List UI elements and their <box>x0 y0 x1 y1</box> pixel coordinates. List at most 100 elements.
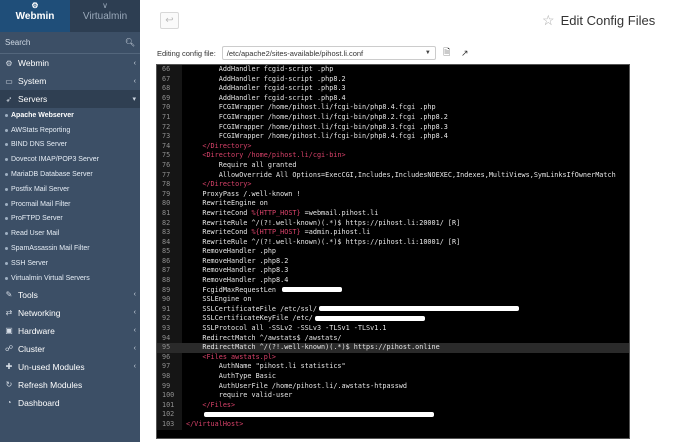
monitor-icon: ▭ <box>5 76 13 86</box>
code-line[interactable]: 91 SSLCertificateFile /etc/ssl/ <box>157 304 629 315</box>
sidebar-subitem[interactable]: SpamAssassin Mail Filter <box>0 241 140 256</box>
sidebar-subitem[interactable]: Apache Webserver <box>0 108 140 123</box>
code-segment: </Directory> <box>186 180 252 189</box>
sidebar-subitem[interactable]: Virtualmin Virtual Servers <box>0 271 140 286</box>
sidebar-subitem[interactable]: Postfix Mail Server <box>0 182 140 197</box>
sidebar-subitem[interactable]: AWStats Reporting <box>0 123 140 138</box>
open-external-button[interactable]: ↗ <box>458 46 472 60</box>
tab-webmin[interactable]: ⚙ Webmin <box>0 0 70 32</box>
code-line[interactable]: 103 </VirtualHost> <box>157 419 629 430</box>
code-line[interactable]: 69 AddHandler fcgid-script .php8.4 <box>157 93 629 104</box>
code-line[interactable]: 86 RemoveHandler .php8.2 <box>157 256 629 267</box>
code-text: RemoveHandler .php8.3 <box>182 266 288 276</box>
save-file-button[interactable]: 🗎 <box>440 46 454 60</box>
line-number: 78 <box>157 180 182 190</box>
code-segment: RemoveHandler .php <box>186 247 277 256</box>
code-line[interactable]: 87 RemoveHandler .php8.3 <box>157 266 629 277</box>
code-line[interactable]: 96 <Files awstats.pl> <box>157 352 629 363</box>
code-line[interactable]: 95 RedirectMatch ^/(?!.well-known)(.*)$ … <box>157 343 629 353</box>
sidebar-item-hardware[interactable]: ▣ Hardware ‹ <box>0 322 140 340</box>
code-text: FCGIWrapper /home/pihost.li/fcgi-bin/php… <box>182 123 448 133</box>
sidebar-subitem[interactable]: Read User Mail <box>0 226 140 241</box>
search-icon[interactable]: 🔍︎ <box>125 38 135 47</box>
sidebar-item-networking[interactable]: ⇄ Networking ‹ <box>0 304 140 322</box>
code-line[interactable]: 98 AuthType Basic <box>157 372 629 382</box>
code-line[interactable]: 85 RemoveHandler .php <box>157 247 629 257</box>
code-line[interactable]: 68 AddHandler fcgid-script .php8.3 <box>157 84 629 94</box>
sidebar-item-tools[interactable]: ✎ Tools ‹ <box>0 286 140 304</box>
code-segment: RewriteRule ^/(?!.well-known)(.*)$ https… <box>186 237 461 246</box>
sidebar-item-un-used-modules[interactable]: ✚ Un-used Modules ‹ <box>0 358 140 376</box>
sidebar-item-label: Networking <box>18 307 61 318</box>
code-line[interactable]: 84 RewriteRule ^/(?!.well-known)(.*)$ ht… <box>157 237 629 248</box>
sidebar-subitem[interactable]: SSH Server <box>0 256 140 271</box>
code-line[interactable]: 93 SSLProtocol all -SSLv2 -SSLv3 -TLSv1 … <box>157 324 629 334</box>
code-line[interactable]: 90 SSLEngine on <box>157 295 629 305</box>
chevron-left-icon: ‹ <box>133 291 136 299</box>
code-segment: RewriteRule ^/(?!.well-known)(.*)$ https… <box>186 218 461 227</box>
code-segment: SSLEngine on <box>186 295 252 304</box>
code-text: RedirectMatch ^/awstats$ /awstats/ <box>182 334 341 344</box>
code-segment: require valid-user <box>186 391 293 400</box>
sidebar-item-cluster[interactable]: ☍ Cluster ‹ <box>0 340 140 358</box>
code-line[interactable]: 80 RewriteEngine on <box>157 199 629 209</box>
code-line[interactable]: 99 AuthUserFile /home/pihost.li/.awstats… <box>157 381 629 392</box>
code-line[interactable]: 94 RedirectMatch ^/awstats$ /awstats/ <box>157 333 629 344</box>
code-editor[interactable]: 66 AddHandler fcgid-script .php 67 AddHan… <box>156 64 630 439</box>
code-line[interactable]: 78 </Directory> <box>157 180 629 190</box>
code-line[interactable]: 75 <Directory /home/pihost.li/cgi-bin> <box>157 151 629 161</box>
code-line[interactable]: 88 RemoveHandler .php8.4 <box>157 276 629 286</box>
code-segment: </Files> <box>186 400 236 409</box>
star-icon[interactable]: ☆ <box>542 12 555 29</box>
code-line[interactable]: 79 ProxyPass /.well-known ! <box>157 189 629 200</box>
sidebar-subitem[interactable]: ProFTPD Server <box>0 212 140 227</box>
back-button[interactable]: ↩ <box>160 12 179 29</box>
code-line[interactable]: 66 AddHandler fcgid-script .php <box>157 65 629 75</box>
line-number: 93 <box>157 324 182 334</box>
code-segment: ProxyPass /.well-known ! <box>186 189 301 198</box>
config-file-select[interactable]: /etc/apache2/sites-available/pihost.li.c… <box>221 46 436 60</box>
code-text: AddHandler fcgid-script .php8.2 <box>182 75 346 85</box>
code-line[interactable]: 76 Require all granted <box>157 160 629 171</box>
line-number: 79 <box>157 189 182 200</box>
cluster-icon: ☍ <box>4 344 14 354</box>
code-line[interactable]: 100 require valid-user <box>157 391 629 401</box>
sidebar-item-system[interactable]: ▭ System ‹ <box>0 72 140 90</box>
code-line[interactable]: 72 FCGIWrapper /home/pihost.li/fcgi-bin/… <box>157 122 629 133</box>
code-line[interactable]: 101 </Files> <box>157 400 629 411</box>
code-line[interactable]: 83 RewriteCond %{HTTP_HOST} =admin.pihos… <box>157 228 629 238</box>
sidebar-item-servers[interactable]: ➶ Servers ▾ <box>0 90 140 108</box>
sidebar-subitem[interactable]: Procmail Mail Filter <box>0 197 140 212</box>
code-line[interactable]: 71 FCGIWrapper /home/pihost.li/fcgi-bin/… <box>157 112 629 123</box>
sidebar-subitem[interactable]: BIND DNS Server <box>0 138 140 153</box>
code-segment: RemoveHandler .php8.4 <box>186 276 289 285</box>
external-link-icon: ↗ <box>461 47 469 58</box>
sidebar-item-webmin[interactable]: ⚙ Webmin ‹ <box>0 54 140 72</box>
code-text: SSLCertificateFile /etc/ssl/ <box>182 305 519 315</box>
code-line[interactable]: 74 </Directory> <box>157 141 629 152</box>
sidebar-subitem[interactable]: MariaDB Database Server <box>0 167 140 182</box>
code-segment: FCGIWrapper /home/pihost.li/fcgi-bin/php… <box>186 132 448 141</box>
code-text: FCGIWrapper /home/pihost.li/fcgi-bin/php… <box>182 103 436 113</box>
code-line[interactable]: 97 AuthName "pihost.li statistics" <box>157 362 629 372</box>
code-line[interactable]: 92 SSLCertificateKeyFile /etc/ <box>157 314 629 325</box>
sidebar-item-refresh-modules[interactable]: ↻ Refresh Modules <box>0 376 140 394</box>
code-text: AddHandler fcgid-script .php8.3 <box>182 84 346 94</box>
code-text: </Files> <box>182 401 235 411</box>
sidebar-item-dashboard[interactable]: ◔ Dashboard <box>0 394 140 412</box>
code-line[interactable]: 82 RewriteRule ^/(?!.well-known)(.*)$ ht… <box>157 218 629 229</box>
sidebar-search[interactable]: Search 🔍︎ <box>0 32 140 54</box>
sidebar-menu: ⚙ Webmin ‹ ▭ System ‹ ➶ Servers ▾ Apache Webserve… <box>0 54 140 412</box>
code-line[interactable]: 102 <box>157 410 629 420</box>
line-number: 86 <box>157 256 182 267</box>
code-line[interactable]: 89 FcgidMaxRequestLen <box>157 285 629 296</box>
code-line[interactable]: 73 FCGIWrapper /home/pihost.li/fcgi-bin/… <box>157 132 629 142</box>
code-line[interactable]: 77 AllowOverride All Options=ExecCGI,Inc… <box>157 170 629 181</box>
code-line[interactable]: 81 RewriteCond %{HTTP_HOST} =webmail.pih… <box>157 208 629 219</box>
virtualmin-chevron-icon: ∨ <box>102 1 108 10</box>
line-number: 85 <box>157 247 182 257</box>
tab-virtualmin[interactable]: ∨ Virtualmin <box>70 0 140 32</box>
code-line[interactable]: 67 AddHandler fcgid-script .php8.2 <box>157 74 629 85</box>
sidebar-subitem[interactable]: Dovecot IMAP/POP3 Server <box>0 152 140 167</box>
code-line[interactable]: 70 FCGIWrapper /home/pihost.li/fcgi-bin/… <box>157 103 629 113</box>
